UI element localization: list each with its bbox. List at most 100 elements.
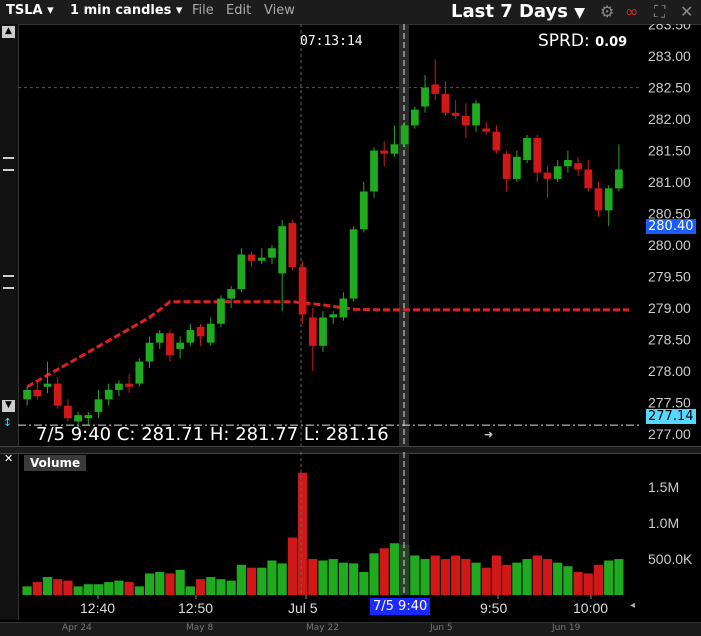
candle-info-bar: 7/5 9:40 C: 281.71 H: 281.77 L: 281.16 (36, 424, 389, 445)
candle-body (278, 226, 287, 274)
range-selector[interactable]: Last 7 Days ▼ (451, 1, 585, 22)
candle-body (135, 361, 144, 384)
symbol-label: TSLA (6, 3, 43, 18)
candle-body (43, 383, 52, 387)
spread-value: 0.09 (595, 35, 628, 50)
price-tick-label: 279.50 (648, 269, 691, 285)
volume-bar (144, 573, 155, 595)
moving-average-line (26, 300, 630, 389)
candle-interval-selector[interactable]: 1 min candles ▾ (70, 3, 182, 18)
candle-body (523, 137, 531, 161)
candle-body (74, 415, 82, 422)
volume-bar (410, 555, 420, 595)
candle-body (33, 389, 42, 397)
volume-bar (542, 559, 553, 595)
info-arrow-icon[interactable]: ➜ (484, 428, 493, 441)
volume-bar (583, 573, 593, 595)
scroll-grip-icon[interactable] (3, 157, 14, 171)
scroll-grip-icon[interactable] (3, 275, 14, 289)
volume-bar (471, 562, 481, 595)
candle-body (155, 333, 164, 343)
toolbar: TSLA ▾ 1 min candles ▾ File Edit View La… (0, 0, 701, 25)
candle-body (23, 389, 31, 400)
price-tick-label: 281.50 (648, 143, 691, 159)
current-price-flag: 280.40 (646, 219, 696, 234)
range-label: Last 7 Days (451, 1, 568, 22)
candle-body (298, 267, 307, 315)
volume-tick-label: 500.0K (648, 551, 693, 567)
volume-bar (573, 571, 583, 595)
price-tick-label: 282.00 (648, 111, 691, 127)
volume-bar (440, 559, 451, 595)
candle-body (145, 342, 154, 362)
volume-tick-label: 1.0M (648, 515, 679, 531)
price-axis: 283.50 283.00 282.50 282.00 281.50 281.00 280.… (648, 24, 691, 442)
volume-bar (226, 580, 236, 595)
volume-bar (369, 553, 379, 595)
menu-file[interactable]: File (192, 3, 214, 18)
link-icon[interactable]: ∞ (625, 2, 638, 21)
candle-body (115, 383, 123, 390)
volume-bar (236, 564, 246, 595)
candle-body (125, 383, 134, 387)
candle-body (329, 314, 338, 318)
candle-body (492, 131, 501, 151)
price-tick-label: 278.50 (648, 332, 691, 348)
candle-body (502, 153, 511, 179)
candle-body (451, 112, 460, 116)
candle-body (247, 254, 256, 261)
volume-bar (165, 573, 175, 595)
close-icon[interactable]: ✕ (680, 2, 693, 21)
volume-chart[interactable] (18, 452, 640, 595)
volume-bar (512, 562, 522, 595)
candle-body (461, 115, 470, 126)
candle-body (421, 87, 429, 107)
price-chart[interactable] (18, 24, 640, 446)
candle-body (553, 166, 562, 179)
candle-body (410, 109, 419, 126)
scroll-down-icon[interactable]: ▼ (2, 400, 15, 412)
candle-body (543, 172, 552, 179)
low-price-flag: 277.14 (646, 409, 696, 424)
volume-bar (461, 559, 471, 595)
volume-bar (502, 564, 512, 595)
candle-body (237, 254, 246, 290)
price-tick-label: 280.00 (648, 237, 691, 253)
candle-body (319, 317, 327, 346)
candle-body (431, 84, 440, 94)
arrow-icon[interactable]: ↕ (3, 416, 12, 429)
volume-bar (257, 567, 267, 595)
candle-body (84, 415, 93, 419)
candle-body (176, 342, 185, 349)
history-navigator[interactable]: Apr 24 May 8 May 22 Jun 5 Jun 19 (0, 622, 701, 636)
volume-bar (522, 559, 532, 595)
scroll-right-icon[interactable]: ◂ (630, 600, 635, 611)
volume-bar (308, 559, 318, 595)
candle-body (104, 389, 113, 400)
volume-bar (155, 571, 165, 595)
navigator-tick-label: May 8 (186, 623, 214, 633)
volume-bar (287, 537, 297, 595)
symbol-selector[interactable]: TSLA ▾ (6, 3, 54, 18)
volume-bar (349, 563, 359, 595)
navigator-tick-label: May 22 (306, 623, 339, 633)
menu-view[interactable]: View (264, 3, 295, 18)
volume-bar (359, 571, 369, 595)
volume-bar (604, 560, 614, 595)
volume-bar (93, 584, 104, 595)
price-tick-label: 278.00 (648, 363, 691, 379)
menu-edit[interactable]: Edit (226, 3, 251, 18)
volume-bar (175, 569, 185, 595)
time-axis: 12:40 12:50 Jul 5 9:50 10:00 (80, 595, 608, 616)
candle-body (288, 223, 297, 268)
volume-bar (328, 559, 338, 595)
scroll-up-icon[interactable]: ▲ (2, 26, 15, 38)
volume-bar (277, 563, 287, 595)
volume-bar (32, 582, 42, 595)
navigator-tick-label: Apr 24 (62, 623, 92, 633)
time-tick-label: 9:50 (480, 600, 507, 616)
expand-icon[interactable]: ⛶ (654, 2, 665, 22)
chevron-down-icon: ▼ (574, 5, 586, 21)
left-scroll-panel: ▲ ▼ ↕ ✕ (0, 24, 19, 620)
gear-icon[interactable]: ⚙ (600, 2, 614, 21)
